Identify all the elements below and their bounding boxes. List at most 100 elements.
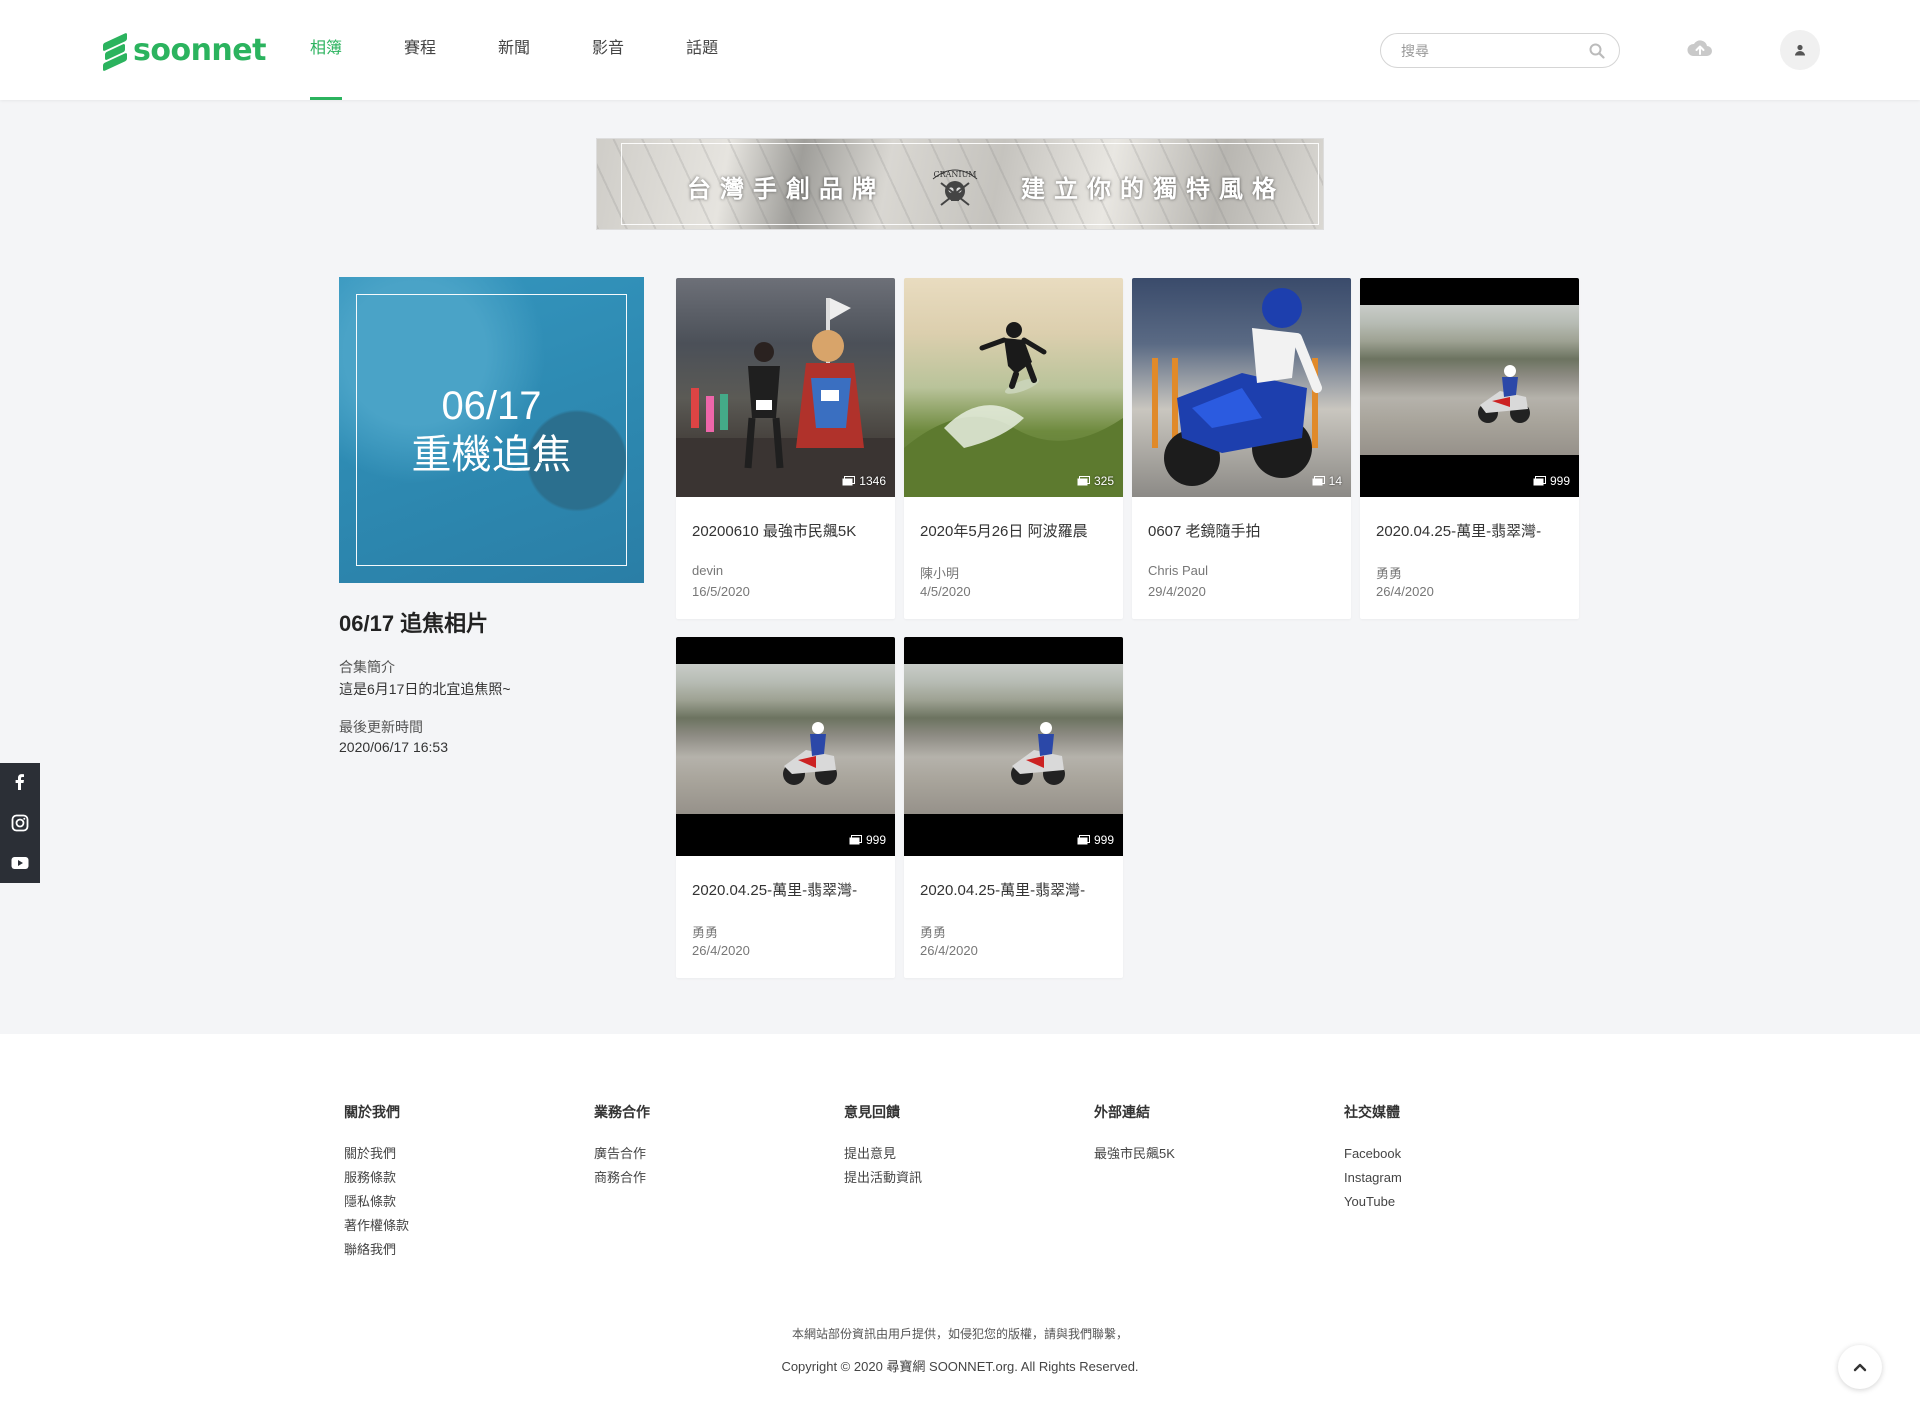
album-card[interactable]: 999 2020.04.25-萬里-翡翠灣- 勇勇 26/4/2020 [676,637,895,978]
footer-disclaimer: 本網站部份資訊由用戶提供，如侵犯您的版權，請與我們聯繫， [791,1327,1128,1341]
album-thumbnail[interactable]: 325 [904,278,1123,497]
banner-text-right: 建立你的獨特風格 [1021,175,1285,203]
card-date: 26/4/2020 [692,943,750,958]
card-author: 陳小明 [920,566,960,581]
album-thumbnail[interactable]: 999 [904,637,1123,856]
site-footer: 關於我們 關於我們 服務條款 隱私條款 著作權條款 聯絡我們 業務合作 廣告合作… [0,1034,1920,1425]
card-title[interactable]: 2020.04.25-萬里-翡翠灣- [920,879,1085,900]
album-intro-label: 合集簡介 [339,659,395,675]
search-input[interactable] [1381,34,1571,67]
photo-count: 999 [1077,832,1114,847]
album-cover: 06/17 重機追焦 [339,277,644,583]
album-updated-value: 2020/06/17 16:53 [339,739,448,755]
album-cover-title: 重機追焦 [411,433,572,477]
album-thumbnail[interactable]: 14 [1132,278,1351,497]
cranium-skull-logo: CRANIUM [932,169,978,206]
album-thumbnail[interactable]: 999 [676,637,895,856]
upload-cloud-icon[interactable] [1686,36,1714,60]
photo-count-value: 1346 [859,473,886,488]
user-avatar[interactable] [1780,30,1820,70]
album-intro-text: 這是6月17日的北宜追焦照~ [339,681,511,697]
album-title: 06/17 追焦相片 [339,611,489,636]
card-title[interactable]: 2020.04.25-萬里-翡翠灣- [692,879,857,900]
footer-link[interactable]: 著作權條款 [344,1214,409,1238]
footer-link[interactable]: Instagram [1344,1166,1402,1190]
photos-icon [1312,475,1325,485]
card-date: 16/5/2020 [692,584,750,599]
instagram-icon[interactable] [11,814,29,832]
nav-topics[interactable]: 話題 [686,0,718,100]
album-cover-text: 06/17 重機追焦 [339,382,644,480]
photos-icon [1077,475,1090,485]
photo-count: 999 [849,832,886,847]
photo-count: 999 [1533,473,1570,488]
nav-schedule[interactable]: 賽程 [404,0,436,100]
photo-count: 1346 [842,473,886,488]
footer-col-business: 業務合作 廣告合作 商務合作 [594,1102,650,1190]
photo-count: 325 [1077,473,1114,488]
footer-link[interactable]: 關於我們 [344,1142,409,1166]
card-author: 勇勇 [920,925,947,940]
back-to-top-button[interactable] [1838,1345,1882,1389]
footer-copyright: Copyright © 2020 尋寶網 SOONNET.org. All Ri… [781,1359,1139,1374]
album-card[interactable]: 1346 20200610 最強市民飆5K devin 16/5/2020 [676,278,895,619]
footer-link[interactable]: 服務條款 [344,1166,409,1190]
card-date: 26/4/2020 [920,943,978,958]
scooter-rider [1478,365,1530,423]
album-card[interactable]: 325 2020年5月26日 阿波羅晨 陳小明 4/5/2020 [904,278,1123,619]
search-icon[interactable] [1589,43,1605,59]
album-card[interactable]: 999 2020.04.25-萬里-翡翠灣- 勇勇 26/4/2020 [1360,278,1579,619]
site-header: soonnet 相簿 賽程 新聞 影音 話題 [0,0,1920,100]
footer-link[interactable]: YouTube [1344,1190,1402,1214]
footer-link[interactable]: 提出活動資訊 [844,1166,922,1190]
card-title[interactable]: 0607 老鏡隨手拍 [1148,520,1261,541]
album-thumbnail[interactable]: 1346 [676,278,895,497]
card-author: devin [692,563,724,578]
nav-videos[interactable]: 影音 [592,0,624,100]
footer-link[interactable]: 提出意見 [844,1142,922,1166]
photos-icon [1077,834,1090,844]
panning-shot-photo [676,664,895,814]
banner-text-left: 台灣手創品牌 [687,175,885,203]
main-nav: 相簿 賽程 新聞 影音 話題 [310,0,780,100]
youtube-icon[interactable] [11,854,29,872]
album-card[interactable]: 14 0607 老鏡隨手拍 Chris Paul 29/4/2020 [1132,278,1351,619]
logo-mark-icon [103,31,129,72]
card-title[interactable]: 2020年5月26日 阿波羅晨 [920,520,1088,541]
ad-banner[interactable]: 台灣手創品牌 CRANIUM 建立你的獨特風格 [596,138,1324,230]
card-title[interactable]: 2020.04.25-萬里-翡翠灣- [1376,520,1541,541]
surf-photo [904,322,1123,497]
photos-icon [1533,475,1546,485]
footer-link[interactable]: Facebook [1344,1142,1402,1166]
panning-shot-photo [904,664,1123,814]
search-box [1380,33,1620,68]
footer-heading: 外部連結 [1094,1104,1150,1120]
footer-heading: 關於我們 [344,1104,400,1120]
photo-count-value: 14 [1328,473,1342,488]
footer-link[interactable]: 隱私條款 [344,1190,409,1214]
card-date: 29/4/2020 [1148,584,1206,599]
footer-link[interactable]: 廣告合作 [594,1142,650,1166]
footer-link[interactable]: 最強市民飆5K [1094,1142,1175,1166]
facebook-icon[interactable] [11,773,29,791]
album-thumbnail[interactable]: 999 [1360,278,1579,497]
logo-text: soonnet [133,33,266,68]
photos-icon [842,475,856,485]
svg-text:CRANIUM: CRANIUM [933,170,976,179]
scooter-rider [783,722,837,785]
footer-link[interactable]: 商務合作 [594,1166,650,1190]
nav-albums[interactable]: 相簿 [310,0,343,100]
site-logo[interactable]: soonnet [103,31,266,72]
card-date: 4/5/2020 [920,584,971,599]
album-card[interactable]: 999 2020.04.25-萬里-翡翠灣- 勇勇 26/4/2020 [904,637,1123,978]
photo-count: 14 [1312,473,1342,488]
footer-link[interactable]: 聯絡我們 [344,1238,409,1262]
photo-count-value: 999 [1093,832,1114,847]
nav-news[interactable]: 新聞 [498,0,530,100]
footer-col-feedback: 意見回饋 提出意見 提出活動資訊 [844,1102,922,1190]
motorcycle-photo [1152,288,1322,486]
panning-shot-photo [1360,305,1579,455]
marathon-photo [676,298,895,497]
user-icon [1795,44,1805,56]
card-title[interactable]: 20200610 最強市民飆5K [692,520,856,541]
